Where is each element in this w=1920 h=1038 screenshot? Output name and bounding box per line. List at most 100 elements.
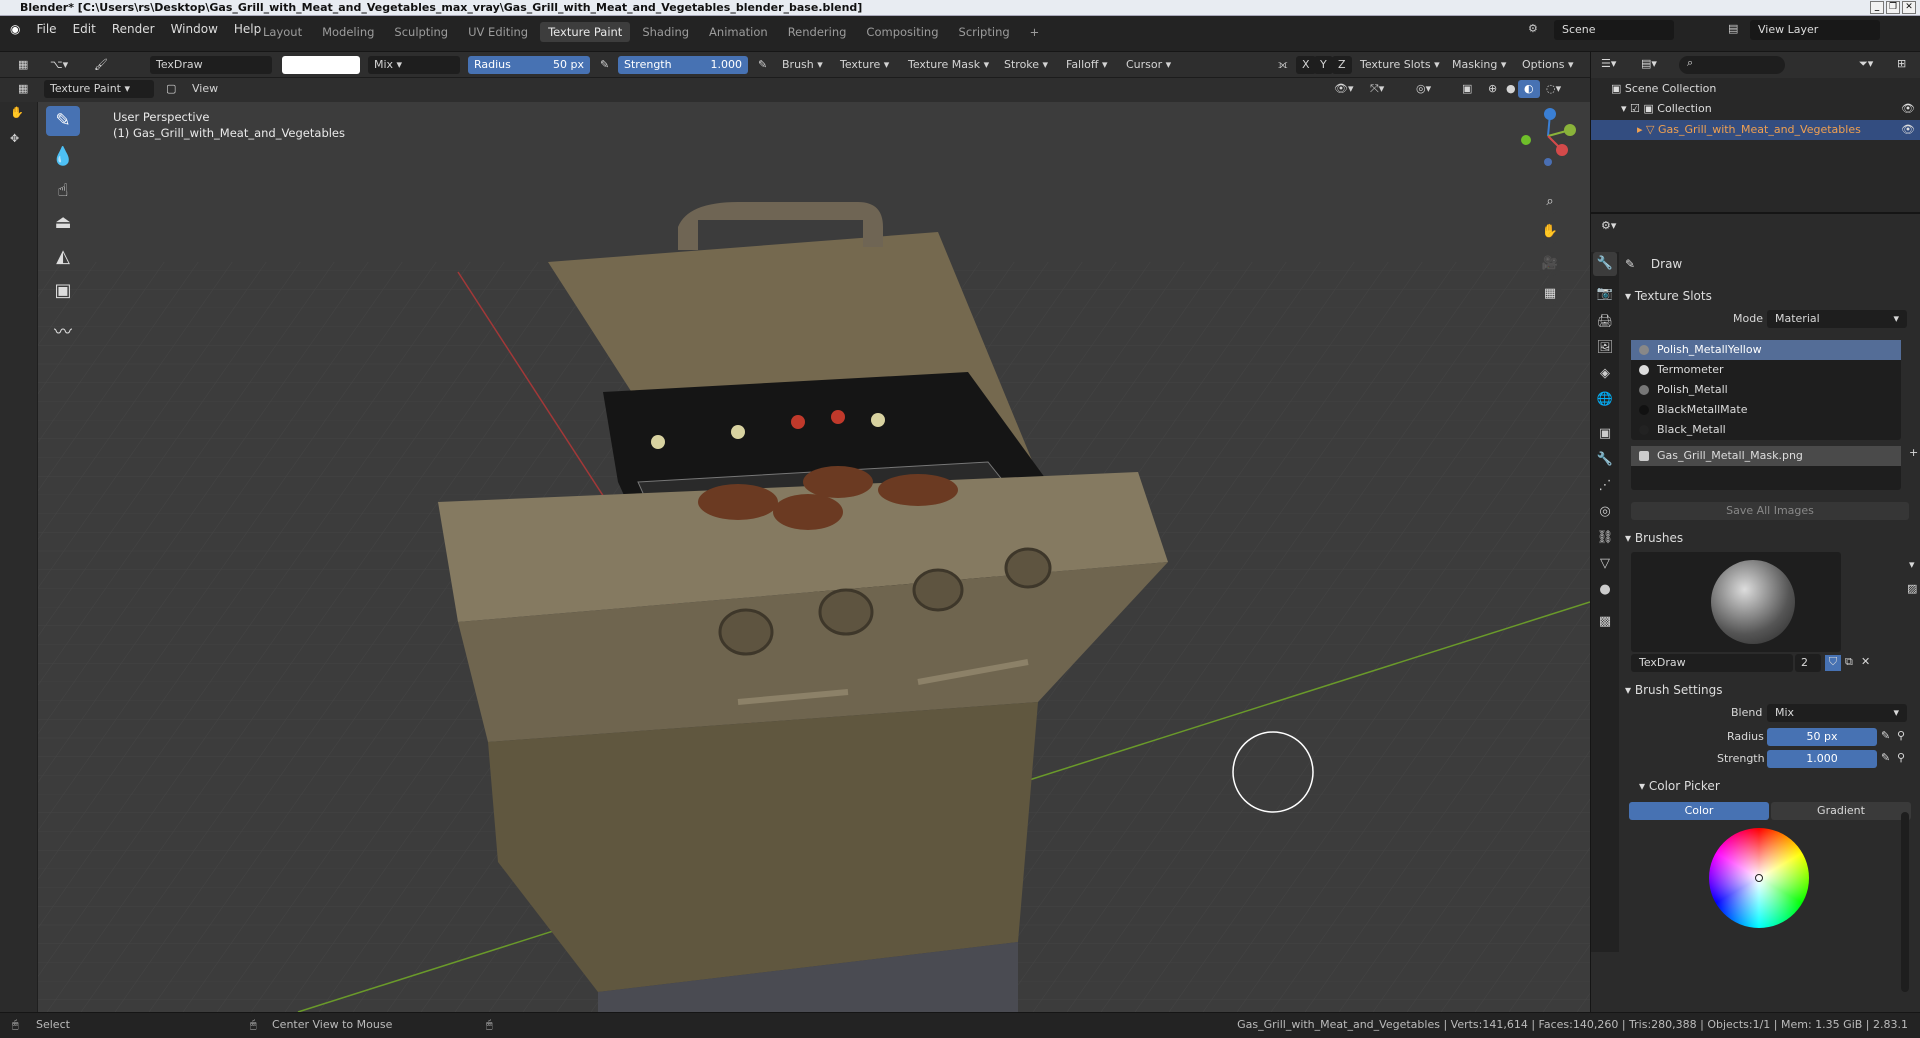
duplicate-icon[interactable]: ⧉ bbox=[1845, 655, 1853, 669]
radius-pressure-icon[interactable]: ✎ bbox=[594, 56, 615, 74]
brush-name-field[interactable]: TexDraw bbox=[150, 56, 272, 74]
fake-user-icon[interactable]: ⛉ bbox=[1825, 655, 1841, 671]
tab-scripting[interactable]: Scripting bbox=[951, 22, 1018, 42]
render-tab-icon[interactable]: 📷 bbox=[1593, 282, 1617, 306]
add-workspace-icon[interactable]: + bbox=[1022, 22, 1048, 42]
outliner-collection[interactable]: ▾ ☑ ▣ Collection 👁 bbox=[1621, 102, 1920, 115]
draw-tool-icon[interactable]: ✎ bbox=[46, 106, 80, 136]
modifier-tab-icon[interactable]: 🔧 bbox=[1593, 448, 1617, 472]
axis-x-toggle[interactable]: X bbox=[1296, 56, 1316, 74]
menu-window[interactable]: Window bbox=[171, 22, 218, 36]
mask-tool-icon[interactable]: ▣ bbox=[46, 276, 80, 306]
tab-layout[interactable]: Layout bbox=[255, 22, 310, 42]
3d-viewport[interactable]: User Perspective (1) Gas_Grill_with_Meat… bbox=[38, 102, 1590, 1012]
tab-rendering[interactable]: Rendering bbox=[780, 22, 855, 42]
brush-users-count[interactable]: 2 bbox=[1795, 654, 1821, 672]
texture-slots-panel-header[interactable]: ▾ Texture Slots bbox=[1625, 286, 1915, 306]
minimize-button[interactable]: _ bbox=[1870, 1, 1884, 14]
brush-settings-panel-header[interactable]: ▾ Brush Settings bbox=[1625, 680, 1915, 700]
color-wheel[interactable] bbox=[1709, 828, 1809, 928]
material-tab-icon[interactable]: ● bbox=[1593, 578, 1617, 602]
menu-stroke[interactable]: Stroke ▾ bbox=[998, 56, 1054, 74]
outliner-search-input[interactable]: ⌕ bbox=[1679, 56, 1785, 74]
radius-pressure-icon[interactable]: ✎ bbox=[1881, 729, 1890, 742]
menu-edit[interactable]: Edit bbox=[73, 22, 96, 36]
menu-file[interactable]: File bbox=[36, 22, 56, 36]
add-slot-icon[interactable]: + bbox=[1909, 446, 1918, 459]
list-item[interactable]: Black_Metall bbox=[1631, 420, 1901, 440]
tab-animation[interactable]: Animation bbox=[701, 22, 776, 42]
editor-type-icon-2[interactable]: ▦ bbox=[12, 80, 34, 98]
shading-rendered-icon[interactable]: ◌▾ bbox=[1540, 80, 1567, 98]
brush-menu-icon[interactable]: ▾ bbox=[1909, 558, 1915, 571]
outliner-scene-collection[interactable]: ▣ Scene Collection bbox=[1611, 82, 1716, 95]
list-item[interactable]: Polish_Metall bbox=[1631, 380, 1901, 400]
scene-selector[interactable]: Scene bbox=[1554, 20, 1674, 40]
unlink-icon[interactable]: ✕ bbox=[1861, 655, 1870, 668]
view-layer-selector[interactable]: View Layer bbox=[1750, 20, 1880, 40]
data-tab-icon[interactable]: ▽ bbox=[1593, 552, 1617, 576]
color-tab[interactable]: Color bbox=[1629, 802, 1769, 820]
menu-cursor[interactable]: Cursor ▾ bbox=[1120, 56, 1177, 74]
tab-shading[interactable]: Shading bbox=[634, 22, 697, 42]
brushes-panel-header[interactable]: ▾ Brushes bbox=[1625, 528, 1915, 548]
list-item[interactable]: BlackMetallMate bbox=[1631, 400, 1901, 420]
brush-preview[interactable] bbox=[1631, 552, 1841, 652]
image-slot-list[interactable]: Gas_Grill_Metall_Mask.png bbox=[1631, 446, 1901, 490]
pan-icon[interactable]: ✥ bbox=[10, 132, 19, 145]
outliner-editor-icon[interactable]: ☰▾ bbox=[1601, 57, 1616, 70]
scene-tab-icon[interactable]: ◈ bbox=[1593, 362, 1617, 386]
zoom-icon[interactable]: ⌕ bbox=[1538, 190, 1562, 214]
mode-dropdown[interactable]: Material ▾ bbox=[1767, 310, 1907, 328]
brush-name-field[interactable]: TexDraw bbox=[1631, 654, 1793, 672]
save-all-images-button[interactable]: Save All Images bbox=[1631, 502, 1909, 520]
radius-slider[interactable]: 50 px bbox=[1767, 728, 1877, 746]
texture-tab-icon[interactable]: ▩ bbox=[1593, 610, 1617, 634]
object-eye-icon[interactable]: 👁 bbox=[1901, 120, 1915, 140]
pan-hand-icon[interactable]: ✋ bbox=[1538, 220, 1562, 244]
display-mode-icon[interactable]: ▤▾ bbox=[1641, 57, 1657, 70]
output-tab-icon[interactable]: 🖨 bbox=[1593, 310, 1617, 334]
grid-toggle-icon[interactable]: ▦ bbox=[1538, 282, 1562, 306]
axis-y-toggle[interactable]: Y bbox=[1314, 56, 1333, 74]
new-collection-icon[interactable]: ⊞ bbox=[1897, 57, 1906, 70]
smear-tool-icon[interactable]: ☝ bbox=[46, 176, 80, 206]
strength-unit-icon[interactable]: ⚲ bbox=[1897, 751, 1905, 764]
properties-editor-icon[interactable]: ⚙▾ bbox=[1601, 219, 1616, 232]
menu-texture-slots[interactable]: Texture Slots ▾ bbox=[1354, 56, 1446, 74]
outliner-object-row[interactable]: ▸ ▽ Gas_Grill_with_Meat_and_Vegetables 👁 bbox=[1591, 120, 1920, 140]
list-item[interactable]: Termometer bbox=[1631, 360, 1901, 380]
constraints-tab-icon[interactable]: ⛓ bbox=[1593, 526, 1617, 550]
radius-unit-icon[interactable]: ⚲ bbox=[1897, 729, 1905, 742]
physics-tab-icon[interactable]: ◎ bbox=[1593, 500, 1617, 524]
menu-options[interactable]: Options ▾ bbox=[1516, 56, 1579, 74]
menu-texture-mask[interactable]: Texture Mask ▾ bbox=[902, 56, 995, 74]
visibility-icon[interactable]: 👁▾ bbox=[1328, 80, 1360, 98]
fill-tool-icon[interactable]: ◭ bbox=[46, 242, 80, 272]
strength-slider[interactable]: 1.000 bbox=[1767, 750, 1877, 768]
menu-masking[interactable]: Masking ▾ bbox=[1446, 56, 1512, 74]
camera-icon[interactable]: 🎥 bbox=[1538, 252, 1562, 276]
texture-slot-list[interactable]: Polish_MetallYellow Termometer Polish_Me… bbox=[1631, 340, 1901, 440]
properties-scrollbar[interactable] bbox=[1901, 812, 1909, 992]
menu-render[interactable]: Render bbox=[112, 22, 155, 36]
brush-icon[interactable]: 🖌 bbox=[88, 56, 114, 74]
close-button[interactable]: ✕ bbox=[1902, 1, 1916, 14]
menu-texture[interactable]: Texture ▾ bbox=[834, 56, 895, 74]
filter-icon[interactable]: ⏷▾ bbox=[1859, 57, 1873, 71]
menu-brush[interactable]: Brush ▾ bbox=[776, 56, 829, 74]
symmetry-icon[interactable]: ⟗ bbox=[1272, 56, 1294, 74]
color-picker-panel-header[interactable]: ▾ Color Picker bbox=[1639, 776, 1920, 796]
brush-color-swatch[interactable] bbox=[282, 56, 360, 74]
soften-tool-icon[interactable]: 💧 bbox=[46, 142, 80, 172]
blend-dropdown[interactable]: Mix ▾ bbox=[1767, 704, 1907, 722]
tool-tab-icon[interactable]: 🔧 bbox=[1593, 252, 1617, 276]
tab-uv-editing[interactable]: UV Editing bbox=[460, 22, 536, 42]
list-item[interactable]: Polish_MetallYellow bbox=[1631, 340, 1901, 360]
view-layer-icon[interactable]: ▤ bbox=[1728, 22, 1738, 35]
mode-dropdown[interactable]: Texture Paint ▾ bbox=[44, 80, 154, 98]
gradient-tab[interactable]: Gradient bbox=[1771, 802, 1911, 820]
world-tab-icon[interactable]: 🌐 bbox=[1593, 388, 1617, 412]
gizmo-icon[interactable]: ⤧▾ bbox=[1364, 80, 1390, 98]
tab-sculpting[interactable]: Sculpting bbox=[386, 22, 456, 42]
